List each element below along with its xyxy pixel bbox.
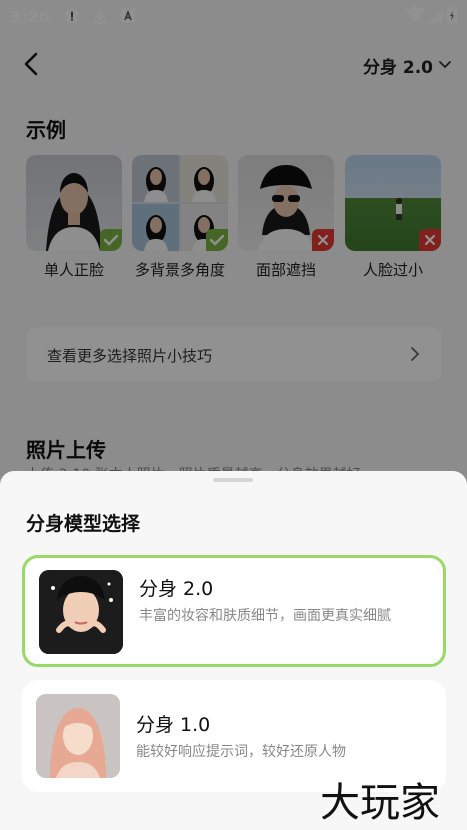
model-1-0-avatar (36, 694, 120, 778)
model-1-0-desc: 能较好响应提示词，较好还原人物 (136, 744, 346, 760)
model-2-0-avatar (39, 570, 123, 654)
model-1-0-name: 分身 1.0 (136, 714, 211, 736)
drag-handle[interactable] (213, 478, 253, 482)
sheet-title: 分身模型选择 (26, 513, 141, 535)
watermark-logo: 大玩家 (320, 780, 440, 826)
model-2-0-name: 分身 2.0 (139, 578, 214, 600)
model-option-2-0[interactable]: 分身 2.0 丰富的妆容和肤质细节，画面更真实细腻 (22, 555, 446, 667)
model-2-0-desc: 丰富的妆容和肤质细节，画面更真实细腻 (139, 608, 391, 624)
avatar-image (36, 694, 120, 778)
avatar-image (39, 570, 123, 654)
